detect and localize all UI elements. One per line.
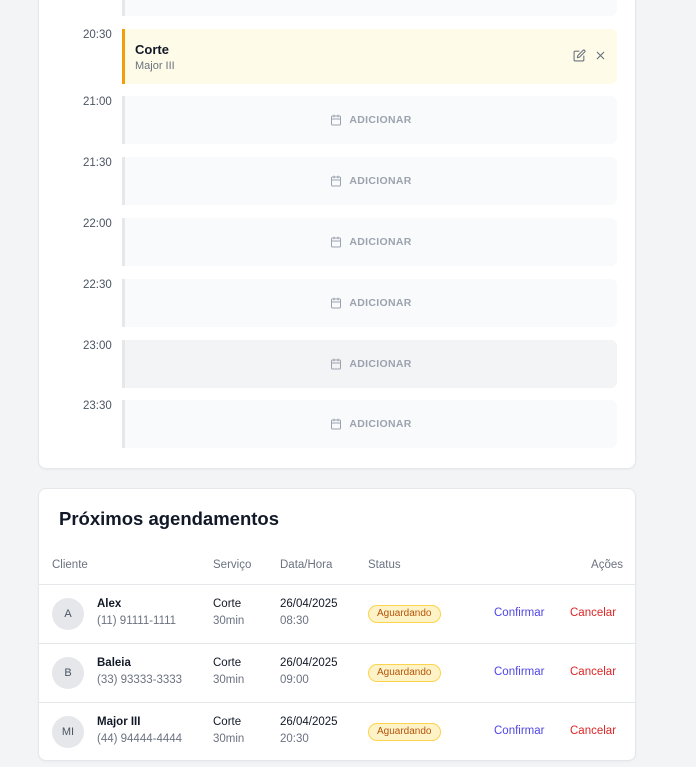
add-appointment-button[interactable]: ADICIONAR (125, 96, 617, 144)
avatar: MI (52, 716, 84, 748)
cancel-button[interactable]: Cancelar (570, 607, 616, 619)
header-actions: Ações (591, 559, 623, 571)
upcoming-appointments-card: Próximos agendamentos Cliente Serviço Da… (38, 488, 636, 761)
slot-row: 21:30 ADICIONAR (39, 157, 637, 205)
client-name: Alex (97, 598, 122, 610)
table-row: A Alex (11) 91111-1111 Corte 30min 26/04/2025… (39, 585, 635, 643)
add-appointment-button[interactable]: ADICIONAR (125, 157, 617, 205)
add-appointment-button[interactable]: ADICIONAR (125, 279, 617, 327)
calendar-icon (330, 236, 349, 248)
status-badge: Aguardando (368, 605, 441, 623)
booked-service: Corte (135, 42, 169, 57)
add-appointment-button[interactable]: ADICIONAR (125, 340, 617, 388)
slot-row: 21:00 ADICIONAR (39, 96, 637, 144)
calendar-icon (330, 418, 349, 430)
slot-time: 21:00 (83, 96, 112, 108)
table-row: B Baleia (33) 93333-3333 Corte 30min 26/04/20… (39, 644, 635, 702)
add-label: ADICIONAR (349, 236, 412, 248)
slot-row: 23:00 ADICIONAR (39, 340, 637, 388)
slot-row: 23:30 ADICIONAR (39, 400, 637, 448)
booked-actions (573, 49, 607, 62)
client-phone: (44) 94444-4444 (97, 733, 183, 745)
slot-box: ADICIONAR (122, 218, 617, 266)
cancel-button[interactable]: Cancelar (570, 725, 616, 737)
client-name: Baleia (97, 657, 131, 669)
appointment-time: 08:30 (280, 615, 309, 627)
slot-time: 23:30 (83, 400, 112, 412)
calendar-icon (330, 297, 349, 309)
header-datetime: Data/Hora (280, 559, 333, 571)
slot-time: 20:30 (83, 29, 112, 41)
confirm-button[interactable]: Confirmar (494, 666, 544, 678)
slot-time: 22:00 (83, 218, 112, 230)
client-phone: (11) 91111-1111 (97, 615, 177, 627)
add-label: ADICIONAR (349, 297, 412, 309)
slot-box: ADICIONAR (122, 400, 617, 448)
status-badge: Aguardando (368, 664, 441, 682)
slot-row-booked: 20:30 Corte Major III (39, 29, 637, 84)
calendar-icon (330, 114, 349, 126)
daily-schedule-card: 20:30 Corte Major III 21:00 ADICIONAR 21:3… (38, 0, 636, 469)
slot-box: ADICIONAR (122, 279, 617, 327)
cancel-button[interactable]: Cancelar (570, 666, 616, 678)
booked-client: Major III (135, 60, 175, 72)
table-row: MI Major III (44) 94444-4444 Corte 30min 26/0… (39, 703, 635, 761)
slot-time: 21:30 (83, 157, 112, 169)
add-label: ADICIONAR (349, 175, 412, 187)
header-client: Cliente (52, 559, 88, 571)
confirm-button[interactable]: Confirmar (494, 725, 544, 737)
client-phone: (33) 93333-3333 (97, 674, 183, 686)
slot-row: 22:30 ADICIONAR (39, 279, 637, 327)
appointment-date: 26/04/2025 (280, 598, 338, 610)
avatar: B (52, 657, 84, 689)
slot-row: 22:00 ADICIONAR (39, 218, 637, 266)
appointment-date: 26/04/2025 (280, 716, 338, 728)
edit-icon[interactable] (573, 49, 586, 62)
booked-appointment[interactable]: Corte Major III (122, 29, 617, 84)
appointment-time: 20:30 (280, 733, 309, 745)
add-appointment-button[interactable]: ADICIONAR (125, 400, 617, 448)
service-name: Corte (213, 716, 242, 728)
close-icon[interactable] (594, 49, 607, 62)
appointment-date: 26/04/2025 (280, 657, 338, 669)
avatar: A (52, 598, 84, 630)
header-status: Status (368, 559, 401, 571)
slot-box: ADICIONAR (122, 157, 617, 205)
status-badge: Aguardando (368, 723, 441, 741)
add-appointment-button[interactable]: ADICIONAR (125, 218, 617, 266)
service-duration: 30min (213, 674, 245, 686)
service-duration: 30min (213, 615, 245, 627)
slot-time: 23:00 (83, 340, 112, 352)
service-duration: 30min (213, 733, 245, 745)
client-name: Major III (97, 716, 141, 728)
add-label: ADICIONAR (349, 114, 412, 126)
header-service: Serviço (213, 559, 252, 571)
slot-box: ADICIONAR (122, 96, 617, 144)
calendar-icon (330, 358, 349, 370)
slot-box[interactable] (122, 0, 617, 16)
service-name: Corte (213, 657, 242, 669)
calendar-icon (330, 175, 349, 187)
slot-row-partial (39, 0, 637, 16)
appointment-time: 09:00 (280, 674, 309, 686)
add-label: ADICIONAR (349, 358, 412, 370)
confirm-button[interactable]: Confirmar (494, 607, 544, 619)
slot-time: 22:30 (83, 279, 112, 291)
slot-box: ADICIONAR (122, 340, 617, 388)
service-name: Corte (213, 598, 242, 610)
add-label: ADICIONAR (349, 418, 412, 430)
upcoming-title: Próximos agendamentos (59, 508, 280, 529)
